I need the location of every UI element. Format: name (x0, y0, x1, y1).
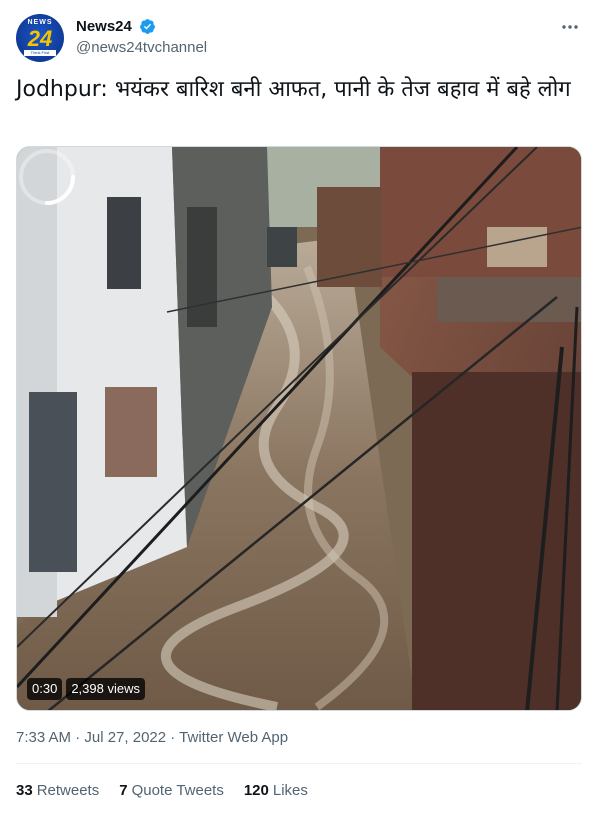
video-views: 2,398 views (66, 678, 145, 700)
video-info-badges: 0:30 2,398 views (27, 678, 145, 700)
retweets-count: 33 (16, 782, 33, 799)
tweet-text: Jodhpur: भयंकर बारिश बनी आफत, पानी के ते… (16, 77, 571, 102)
display-name[interactable]: News24 (76, 18, 132, 35)
more-dots-icon[interactable] (560, 18, 580, 36)
avatar-tagline: Think First (24, 50, 56, 56)
tweet-timestamp[interactable]: 7:33 AM · Jul 27, 2022 · Twitter Web App (16, 729, 288, 746)
handle[interactable]: @news24tvchannel (76, 39, 207, 56)
tweet-stats: 33 Retweets 7 Quote Tweets 120 Likes (16, 782, 308, 799)
video-player[interactable]: 0:30 2,398 views (16, 146, 582, 711)
retweets-label: Retweets (36, 782, 100, 799)
loading-spinner-icon (19, 149, 75, 205)
video-duration: 0:30 (27, 678, 63, 700)
quotes-label: Quote Tweets (131, 782, 224, 799)
likes-label: Likes (272, 782, 308, 799)
author-info: News24 @news24tvchannel (76, 18, 207, 56)
avatar-news-text: NEWS (27, 19, 53, 26)
quote-tweets-stat[interactable]: 7 Quote Tweets (119, 782, 224, 799)
retweets-stat[interactable]: 33 Retweets (16, 782, 99, 799)
video-thumbnail (17, 147, 581, 710)
avatar-number: 24 (27, 26, 53, 51)
quotes-count: 7 (119, 782, 128, 799)
likes-stat[interactable]: 120 Likes (244, 782, 308, 799)
tweet-header: NEWS 24 Think First News24 @news24tvchan… (16, 14, 582, 64)
divider (16, 763, 582, 764)
likes-count: 120 (243, 782, 269, 799)
avatar[interactable]: NEWS 24 Think First (16, 14, 64, 62)
verified-badge-icon (140, 19, 156, 35)
